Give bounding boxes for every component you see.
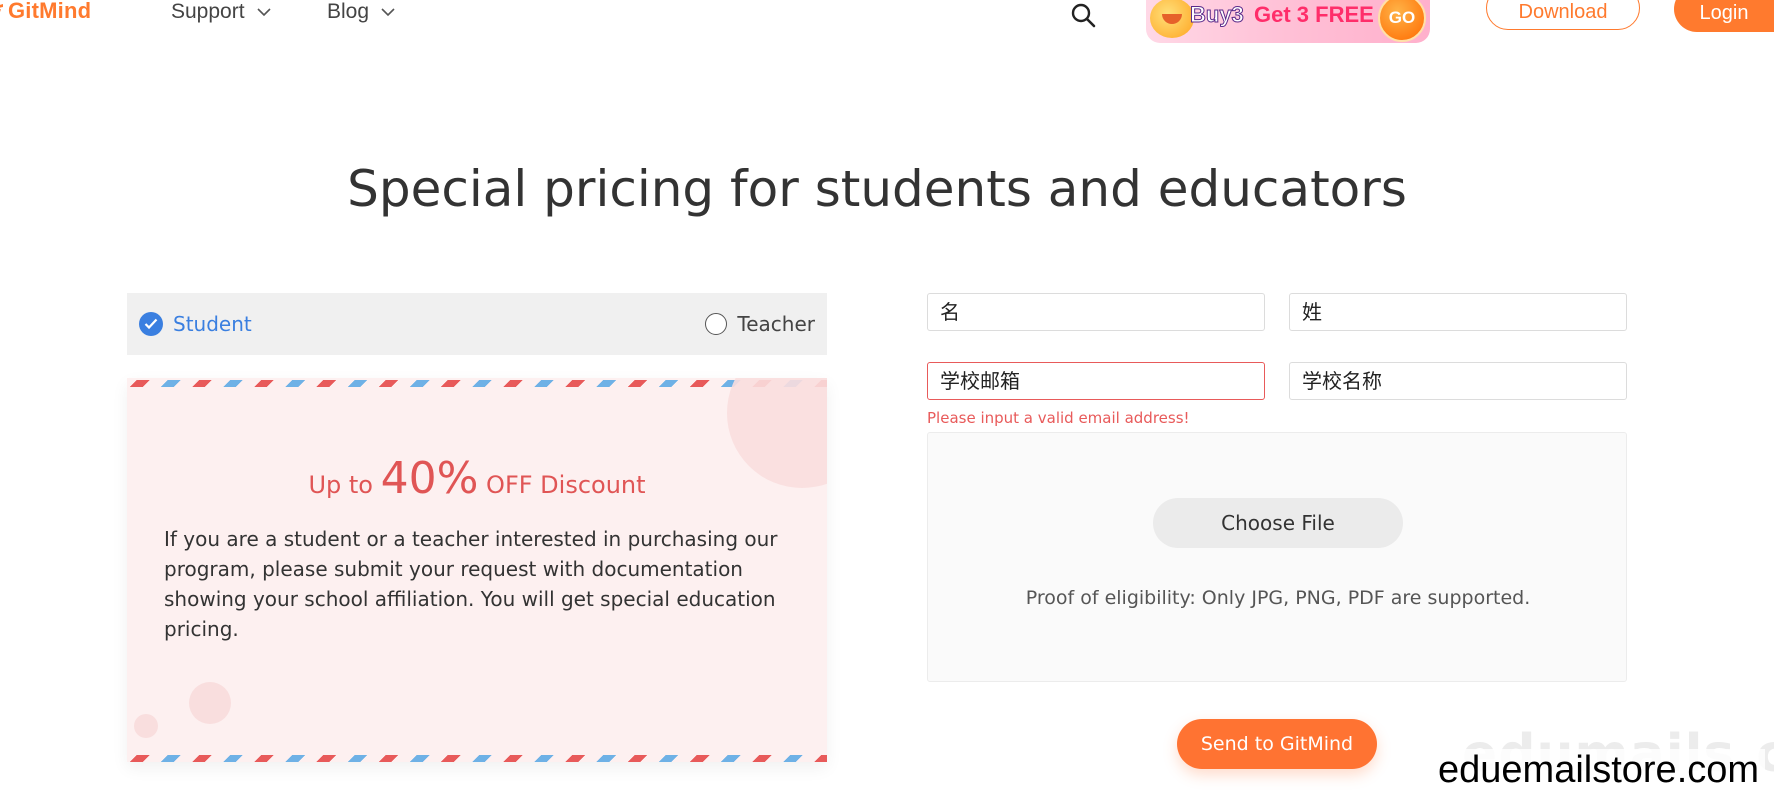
gitmind-logo[interactable]: GitMind (0, 0, 91, 24)
page-title: Special pricing for students and educato… (347, 160, 1407, 218)
decor-bubble (189, 682, 231, 724)
nav-blog[interactable]: Blog (327, 0, 395, 24)
upload-area[interactable]: Choose File Proof of eligibility: Only J… (927, 432, 1627, 682)
logo-text: GitMind (8, 0, 92, 23)
headline-suffix: OFF Discount (486, 471, 646, 499)
tab-student-label: Student (173, 312, 252, 336)
airmail-stripe-bottom (127, 755, 827, 762)
unchecked-radio-icon (705, 313, 728, 335)
nav-support[interactable]: Support (171, 0, 271, 24)
discount-card: Up to 40% OFF Discount If you are a stud… (127, 378, 827, 762)
decor-bubble (134, 714, 158, 738)
headline-prefix: Up to (308, 471, 373, 499)
airmail-stripe-top (127, 380, 827, 387)
role-tabs: Student Teacher (127, 293, 827, 355)
nav-blog-label: Blog (327, 0, 370, 23)
login-button[interactable]: Login (1674, 0, 1774, 32)
card-description: If you are a student or a teacher intere… (164, 527, 778, 641)
choose-file-button[interactable]: Choose File (1153, 498, 1403, 548)
school-email-input[interactable] (927, 362, 1265, 400)
last-name-input[interactable] (1289, 293, 1627, 331)
checked-radio-icon (139, 312, 163, 336)
first-name-input[interactable] (927, 293, 1265, 331)
promo-buy-text: Buy3 (1190, 2, 1245, 28)
search-icon[interactable] (1070, 2, 1096, 28)
promo-mascot-icon (1150, 0, 1194, 38)
logo-mark-icon (0, 4, 3, 12)
promo-banner[interactable]: Buy3 Get 3 FREE GO (1146, 0, 1430, 43)
download-button[interactable]: Download (1486, 0, 1640, 30)
school-name-input[interactable] (1289, 362, 1627, 400)
promo-go-badge: GO (1378, 0, 1426, 42)
nav-support-label: Support (171, 0, 245, 23)
send-to-gitmind-button[interactable]: Send to GitMind (1177, 719, 1377, 769)
promo-free-text: Get 3 FREE (1254, 2, 1374, 27)
tab-student[interactable]: Student (139, 293, 252, 355)
proof-hint: Proof of eligibility: Only JPG, PNG, PDF… (1025, 587, 1531, 609)
headline-percent: 40% (380, 453, 479, 504)
discount-headline: Up to 40% OFF Discount (127, 453, 827, 504)
tab-teacher-label: Teacher (737, 312, 815, 336)
chevron-down-icon (256, 8, 271, 17)
email-error-message: Please input a valid email address! (927, 409, 1190, 427)
tab-teacher[interactable]: Teacher (705, 293, 815, 355)
watermark-main: eduemailstore.com (1432, 749, 1766, 792)
chevron-down-icon (381, 8, 395, 17)
